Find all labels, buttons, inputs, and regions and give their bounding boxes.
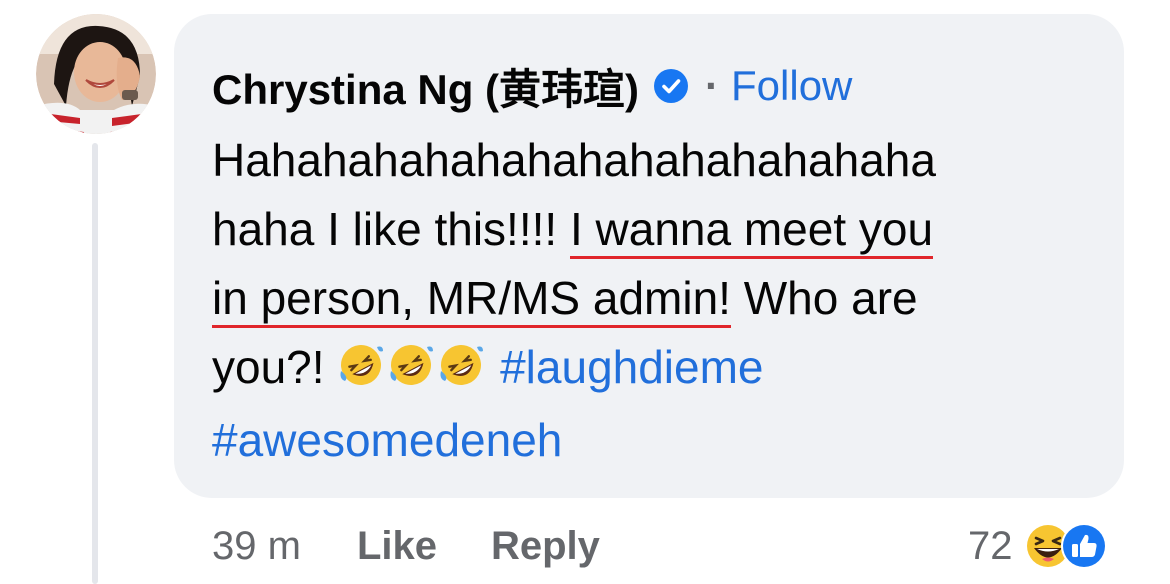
comment-text-segment: Who are: [730, 272, 918, 324]
comment-header: Chrystina Ng (黄玮瑄) · Follow: [212, 60, 852, 113]
rolling-on-floor-laughing-icon: [440, 345, 484, 385]
rolling-on-floor-laughing-icon: [340, 345, 384, 385]
hashtag-link[interactable]: #laughdieme: [500, 341, 763, 393]
reaction-summary[interactable]: 72: [968, 518, 1109, 574]
comment-line-5: #awesomedeneh: [212, 406, 1112, 475]
grammar-underlined-text: I wanna meet you: [569, 203, 934, 259]
avatar[interactable]: [36, 14, 156, 134]
reply-button[interactable]: Reply: [491, 524, 600, 569]
like-button[interactable]: Like: [357, 524, 437, 569]
author-name[interactable]: Chrystina Ng (黄玮瑄): [212, 56, 639, 117]
thread-line: [92, 143, 98, 584]
comment-line-2: haha I like this!!!! I wanna meet you: [212, 195, 1112, 264]
comment-line-4: you?! #laughdieme: [212, 333, 1112, 406]
grammar-underlined-text: in person, MR/MS admin!: [212, 272, 731, 328]
avatar-photo: [36, 14, 156, 134]
reaction-count: 72: [968, 523, 1013, 568]
like-reaction-icon: [1060, 523, 1107, 569]
comment-text-segment: haha I like this!!!!: [212, 203, 570, 255]
follow-button[interactable]: Follow: [731, 62, 852, 110]
comment-text-segment: you?!: [212, 341, 338, 393]
comment-line-1: Hahahahahahahahahahahahahaha: [212, 134, 936, 186]
comment-bubble: Chrystina Ng (黄玮瑄) · Follow Hahahahahaha…: [174, 14, 1124, 498]
verified-badge-icon: [654, 69, 689, 103]
timestamp[interactable]: 39 m: [212, 524, 301, 569]
comment-actions: 39 m Like Reply: [212, 520, 654, 572]
comment-text: Hahahahahahahahahahahahahaha haha I like…: [212, 126, 1112, 475]
hashtag-link[interactable]: #awesomedeneh: [212, 414, 562, 466]
separator-dot: ·: [705, 62, 720, 109]
rolling-on-floor-laughing-icon: [390, 345, 434, 385]
comment-line-3: in person, MR/MS admin! Who are: [212, 264, 1112, 333]
